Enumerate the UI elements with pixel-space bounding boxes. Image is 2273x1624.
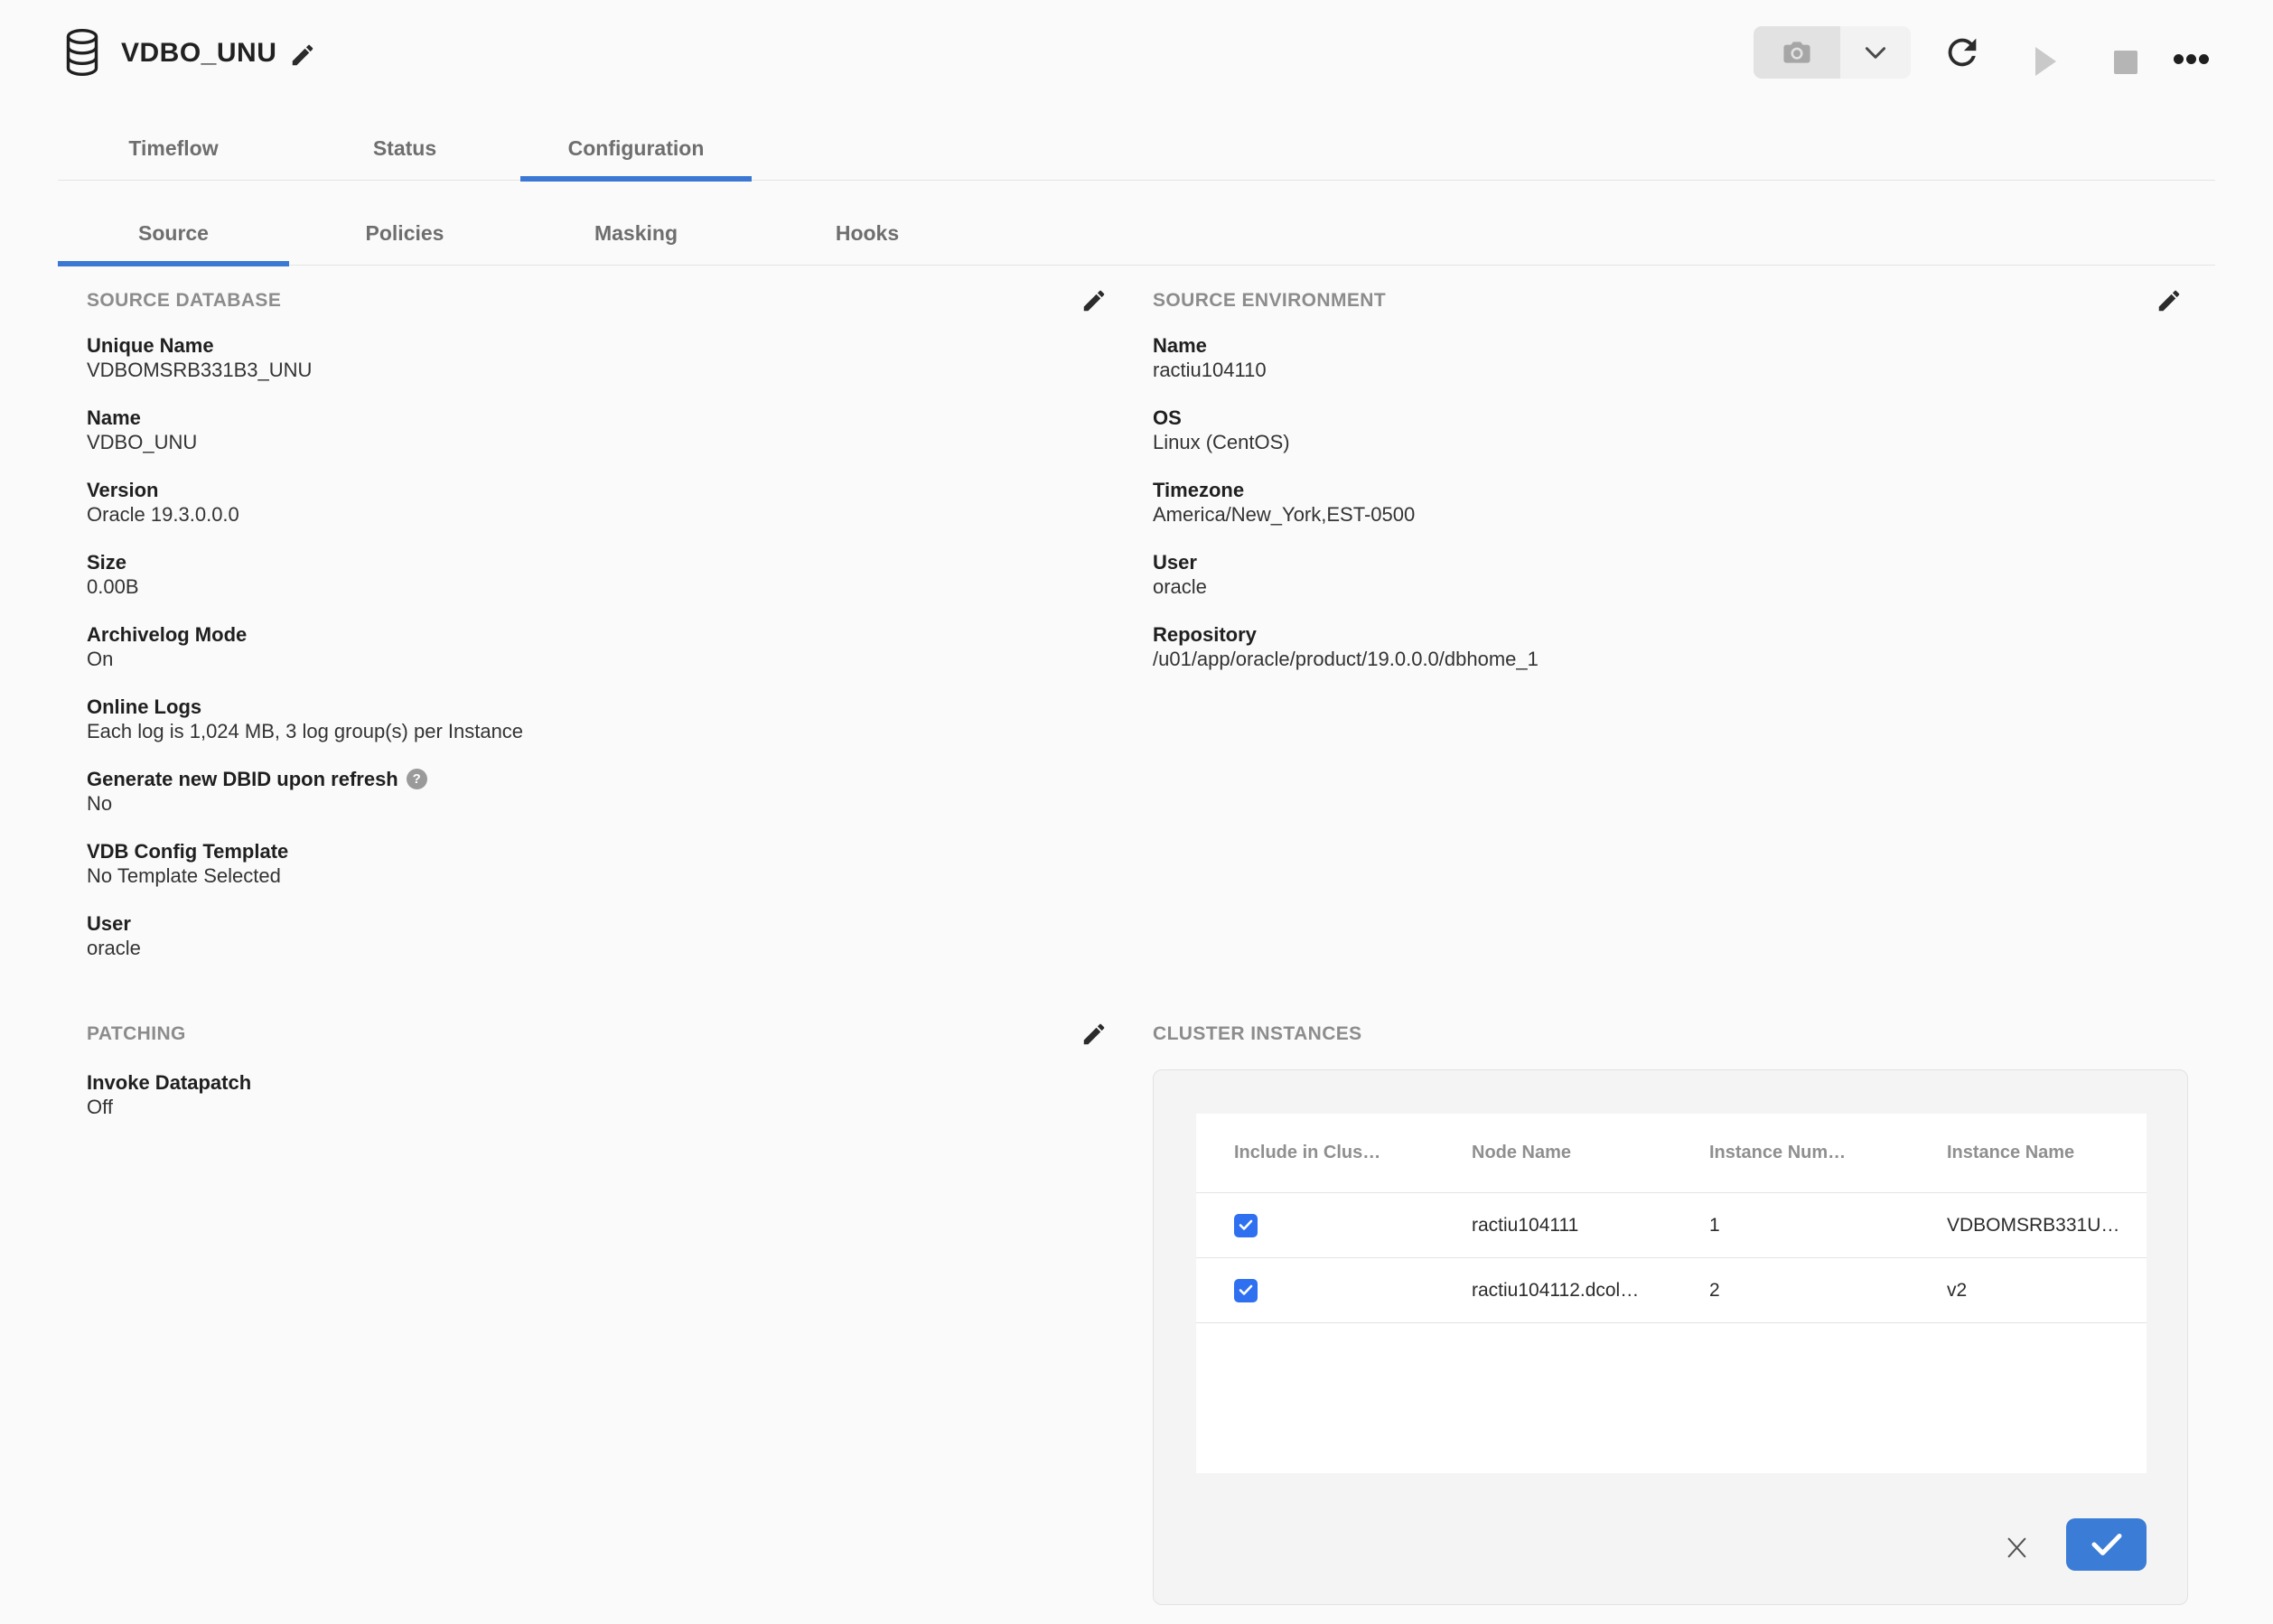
cluster-instances-table: Include in Clus… Node Name Instance Num……	[1196, 1114, 2147, 1473]
confirm-button[interactable]	[2066, 1518, 2147, 1571]
edit-source-database-pencil-icon[interactable]	[1080, 287, 1108, 314]
snapshot-split-button[interactable]	[1754, 26, 1911, 79]
tab-timeflow[interactable]: Timeflow	[58, 116, 289, 181]
section-title: SOURCE ENVIRONMENT	[1153, 290, 1386, 312]
patching-fields: Invoke Datapatch Off	[87, 1069, 1108, 1142]
close-icon	[2004, 1535, 2029, 1560]
configuration-subtabs: Source Policies Masking Hooks	[58, 201, 2215, 266]
field-os: OS Linux (CentOS)	[1153, 405, 2183, 477]
cell-instance-name: v2	[1909, 1280, 2147, 1302]
field-archivelog-mode: Archivelog Mode On	[87, 621, 1108, 694]
col-instance-name: Instance Name	[1909, 1143, 2147, 1163]
field-db-user: User oracle	[87, 910, 1108, 983]
field-version: Version Oracle 19.3.0.0.0	[87, 477, 1108, 549]
cancel-button[interactable]	[1993, 1524, 2040, 1571]
check-icon	[1239, 1284, 1253, 1296]
edit-source-environment-pencil-icon[interactable]	[2156, 287, 2183, 314]
check-icon	[1239, 1219, 1253, 1231]
tab-configuration[interactable]: Configuration	[520, 116, 752, 181]
active-tab-underline	[520, 176, 752, 182]
more-actions-button[interactable]	[2174, 54, 2209, 64]
snapshot-options-button[interactable]	[1840, 26, 1911, 79]
field-vdb-config-template: VDB Config Template No Template Selected	[87, 838, 1108, 910]
field-env-name: Name ractiu104110	[1153, 332, 2183, 405]
chevron-down-icon	[1865, 46, 1886, 60]
col-instance-number: Instance Num…	[1671, 1143, 1909, 1163]
ellipsis-icon	[2174, 54, 2184, 64]
stop-button	[2114, 51, 2137, 74]
table-header-row: Include in Clus… Node Name Instance Num……	[1196, 1114, 2147, 1193]
page-title: VDBO_UNU	[121, 38, 276, 69]
field-env-user: User oracle	[1153, 549, 2183, 621]
field-invoke-datapatch: Invoke Datapatch Off	[87, 1069, 1108, 1142]
table-row: ractiu104111 1 VDBOMSRB331U…	[1196, 1193, 2147, 1258]
refresh-icon	[1941, 32, 1983, 73]
source-database-fields: Unique Name VDBOMSRB331B3_UNU Name VDBO_…	[87, 332, 1108, 983]
start-button	[2035, 47, 2056, 76]
source-database-header: SOURCE DATABASE	[87, 285, 1108, 316]
rename-pencil-icon[interactable]	[289, 42, 316, 69]
field-repository: Repository /u01/app/oracle/product/19.0.…	[1153, 621, 2183, 694]
field-name: Name VDBO_UNU	[87, 405, 1108, 477]
field-unique-name: Unique Name VDBOMSRB331B3_UNU	[87, 332, 1108, 405]
main-tabs: Timeflow Status Configuration	[58, 116, 2215, 181]
section-title: CLUSTER INSTANCES	[1153, 1023, 1362, 1045]
patching-header: PATCHING	[87, 1019, 1108, 1050]
source-environment-fields: Name ractiu104110 OS Linux (CentOS) Time…	[1153, 332, 2183, 694]
field-generate-new-dbid: Generate new DBID upon refresh ? No	[87, 766, 1108, 838]
cluster-instances-header: CLUSTER INSTANCES	[1153, 1019, 2183, 1050]
section-title: PATCHING	[87, 1023, 186, 1045]
cell-instance-number: 2	[1671, 1280, 1909, 1302]
section-title: SOURCE DATABASE	[87, 290, 281, 312]
active-subtab-underline	[58, 261, 289, 266]
snapshot-button[interactable]	[1754, 26, 1840, 79]
subtab-hooks[interactable]: Hooks	[752, 201, 983, 266]
include-checkbox-checked[interactable]	[1234, 1214, 1258, 1237]
cell-instance-name: VDBOMSRB331U…	[1909, 1215, 2147, 1237]
cell-node-name: ractiu104112.dcol…	[1434, 1280, 1671, 1302]
tab-status[interactable]: Status	[289, 116, 520, 181]
cell-instance-number: 1	[1671, 1215, 1909, 1237]
check-icon	[2091, 1532, 2123, 1557]
cell-node-name: ractiu104111	[1434, 1215, 1671, 1237]
database-icon	[65, 29, 99, 76]
include-checkbox-checked[interactable]	[1234, 1279, 1258, 1302]
table-row: ractiu104112.dcol… 2 v2	[1196, 1258, 2147, 1323]
help-icon[interactable]: ?	[407, 769, 427, 789]
col-node-name: Node Name	[1434, 1143, 1671, 1163]
col-include-in-cluster: Include in Clus…	[1196, 1143, 1434, 1163]
cluster-instances-card: Include in Clus… Node Name Instance Num……	[1153, 1069, 2188, 1605]
subtab-source[interactable]: Source	[58, 201, 289, 266]
edit-patching-pencil-icon[interactable]	[1080, 1021, 1108, 1048]
subtab-masking[interactable]: Masking	[520, 201, 752, 266]
field-size: Size 0.00B	[87, 549, 1108, 621]
subtab-policies[interactable]: Policies	[289, 201, 520, 266]
camera-snapshot-icon	[1781, 38, 1813, 67]
refresh-button[interactable]	[1941, 31, 1984, 74]
field-online-logs: Online Logs Each log is 1,024 MB, 3 log …	[87, 694, 1108, 766]
source-environment-header: SOURCE ENVIRONMENT	[1153, 285, 2183, 316]
field-timezone: Timezone America/New_York,EST-0500	[1153, 477, 2183, 549]
